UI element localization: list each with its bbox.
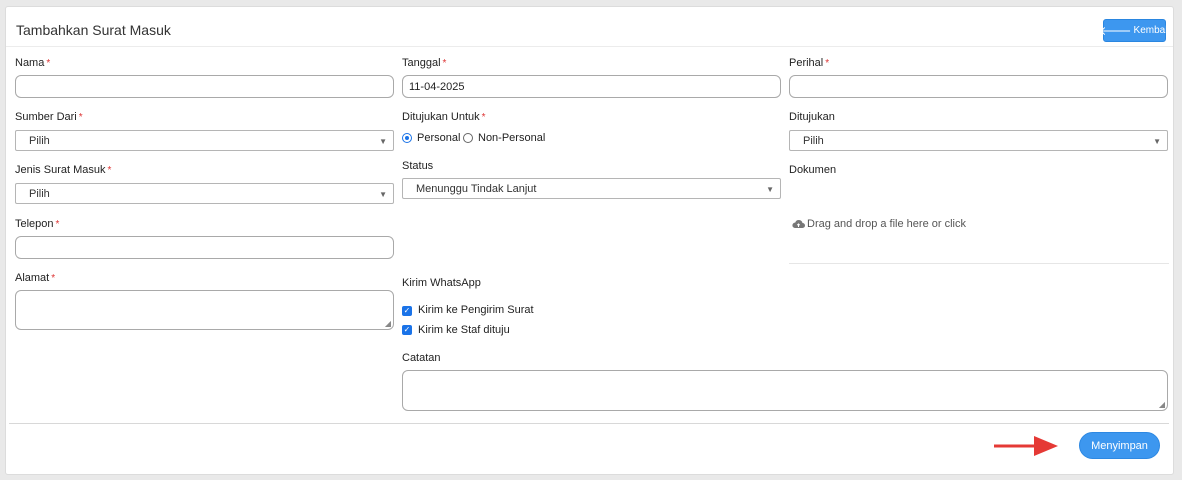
dokumen-label: Dokumen: [789, 164, 837, 176]
kirim-whatsapp-label: Kirim WhatsApp: [402, 277, 481, 289]
ditujukan-select[interactable]: Pilih ▼: [789, 130, 1168, 151]
arrow-left-icon: 🡐: [1099, 23, 1132, 38]
tanggal-field[interactable]: [402, 75, 781, 98]
jenis-surat-label: Jenis Surat Masuk *: [15, 164, 112, 176]
ditujukan-untuk-label: Ditujukan Untuk *: [402, 111, 486, 123]
cloud-upload-icon: [792, 220, 805, 228]
checkbox-staf-label: Kirim ke Staf dituju: [418, 324, 510, 336]
back-button[interactable]: 🡐 Kembali: [1099, 19, 1170, 42]
dokumen-dropzone[interactable]: Drag and drop a file here or click: [789, 185, 1169, 263]
annotation-arrow-icon: [994, 436, 1058, 456]
nama-field[interactable]: [15, 75, 394, 98]
sumber-dari-label: Sumber Dari *: [15, 111, 83, 123]
radio-personal[interactable]: [402, 133, 412, 143]
back-button-label: Kembali: [1133, 25, 1170, 36]
form-card: Tambahkan Surat Masuk 🡐 Kembali Nama * Ta…: [5, 6, 1174, 475]
caret-down-icon: ▼: [766, 185, 774, 194]
radio-non-personal[interactable]: [463, 133, 473, 143]
catatan-textarea[interactable]: ◢: [402, 370, 1168, 411]
footer-divider: [9, 423, 1169, 424]
checkbox-staf[interactable]: ✓: [402, 325, 412, 335]
catatan-label: Catatan: [402, 352, 441, 364]
jenis-surat-select[interactable]: Pilih ▼: [15, 183, 394, 204]
status-value: Menunggu Tindak Lanjut: [416, 183, 537, 195]
card-header: Tambahkan Surat Masuk 🡐 Kembali: [6, 7, 1173, 47]
alamat-label: Alamat *: [15, 272, 56, 284]
page-title: Tambahkan Surat Masuk: [16, 22, 171, 38]
sumber-dari-select[interactable]: Pilih ▼: [15, 130, 394, 151]
ditujukan-label: Ditujukan: [789, 111, 835, 123]
dokumen-divider: [789, 263, 1169, 264]
caret-down-icon: ▼: [379, 137, 387, 146]
radio-personal-label: Personal: [417, 132, 461, 144]
jenis-surat-value: Pilih: [29, 188, 50, 200]
dropzone-text: Drag and drop a file here or click: [807, 218, 966, 230]
status-label: Status: [402, 160, 434, 172]
telepon-label: Telepon *: [15, 218, 60, 230]
status-select[interactable]: Menunggu Tindak Lanjut ▼: [402, 178, 781, 199]
checkbox-pengirim-label: Kirim ke Pengirim Surat: [418, 304, 534, 316]
perihal-label: Perihal *: [789, 57, 830, 69]
resize-grip-icon[interactable]: ◢: [1159, 401, 1165, 409]
radio-non-personal-label: Non-Personal: [478, 132, 546, 144]
perihal-field[interactable]: [789, 75, 1168, 98]
resize-grip-icon[interactable]: ◢: [385, 320, 391, 328]
alamat-textarea[interactable]: ◢: [15, 290, 394, 330]
caret-down-icon: ▼: [379, 190, 387, 199]
caret-down-icon: ▼: [1153, 137, 1161, 146]
ditujukan-value: Pilih: [803, 135, 824, 147]
sumber-dari-value: Pilih: [29, 135, 50, 147]
save-button[interactable]: Menyimpan: [1079, 432, 1160, 459]
telepon-field[interactable]: [15, 236, 394, 259]
nama-label: Nama *: [15, 57, 51, 69]
tanggal-label: Tanggal *: [402, 57, 447, 69]
checkbox-pengirim[interactable]: ✓: [402, 306, 412, 316]
